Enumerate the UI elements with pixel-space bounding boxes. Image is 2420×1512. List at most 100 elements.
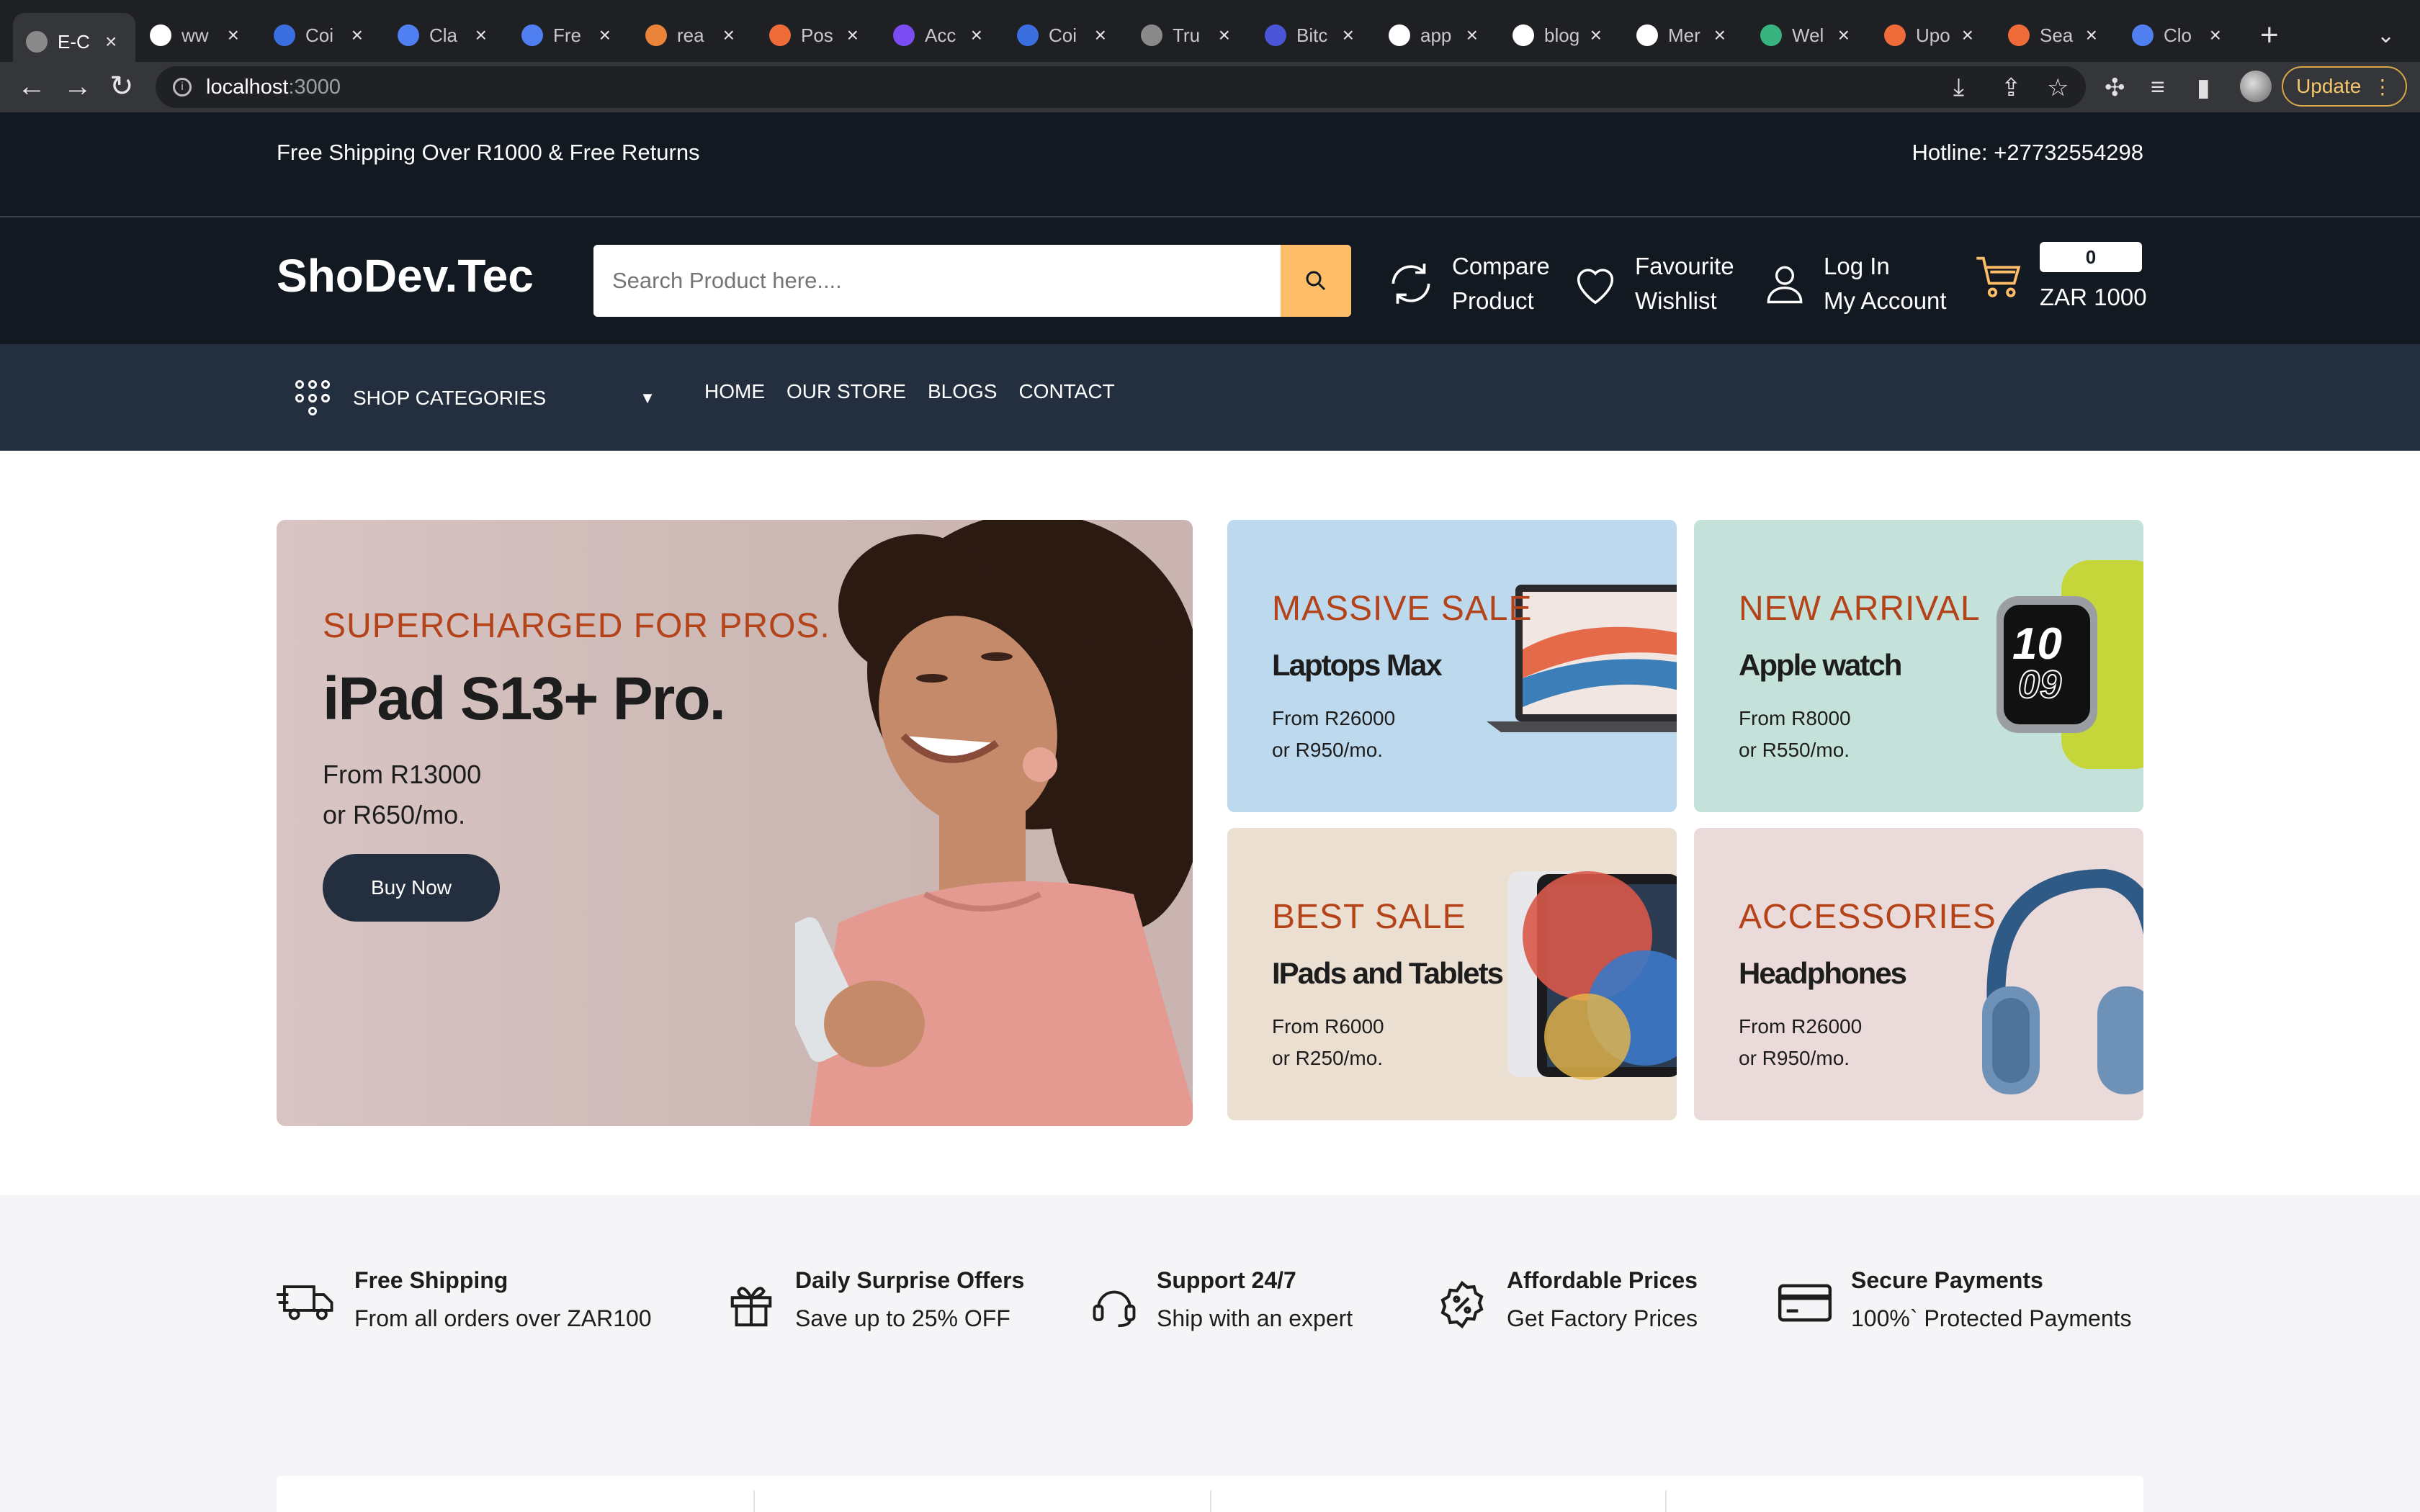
tab-title: Tru [1173,24,1201,46]
nav-link-contact[interactable]: CONTACT [1018,380,1114,403]
tab-close-icon[interactable]: × [847,24,859,47]
tab-favicon-icon [2132,24,2154,46]
browser-tab[interactable]: Upo × [1871,13,1986,58]
woman-with-earbuds-image [795,520,1193,1126]
banner-laptops[interactable]: MASSIVE SALE Laptops Max From R26000 or … [1227,520,1677,812]
tab-close-icon[interactable]: × [1343,24,1354,47]
nav-link-our-store[interactable]: OUR STORE [786,380,906,403]
tab-favicon-icon [1141,24,1162,46]
reading-list-icon[interactable]: ≡ [2151,73,2165,102]
wishlist-line1: Favourite [1635,253,1734,279]
browser-tab[interactable]: Clo × [2119,13,2234,58]
tab-close-icon[interactable]: × [1590,24,1602,47]
cart-link[interactable] [1972,249,2041,304]
tab-close-icon[interactable]: × [228,24,239,47]
browser-toolbar: ← → ↻ i localhost:3000 ⤓ ⇪ ☆ ✣ ≡ ▮ Updat… [0,62,2420,112]
update-button[interactable]: Update ⋮ [2282,66,2407,107]
banner-apple-watch[interactable]: NEW ARRIVAL Apple watch From R8000 or R5… [1694,520,2143,812]
browser-tab[interactable]: Bitc × [1252,13,1367,58]
extensions-puzzle-icon[interactable]: ✣ [2105,73,2125,102]
tab-close-icon[interactable]: × [1714,24,1726,47]
main-banner-kicker: SUPERCHARGED FOR PROS. [323,607,830,645]
bookmark-star-icon[interactable]: ☆ [2047,73,2069,102]
tab-favicon-icon [1265,24,1286,46]
featured-collection-card [277,1476,2143,1512]
new-tab-button[interactable]: + [2260,17,2279,53]
browser-tab[interactable]: blog × [1500,13,1615,58]
nav-link-home[interactable]: HOME [704,380,765,403]
browser-tab[interactable]: Coi × [1004,13,1119,58]
tab-title: E-C [58,30,90,53]
delivery-truck-icon [277,1285,333,1320]
service-title: Daily Surprise Offers [795,1267,1025,1293]
address-bar[interactable]: i localhost:3000 [156,66,2086,108]
browser-tab[interactable]: Coi × [261,13,376,58]
service-support: Support 24/7 Ship with an expert [1090,1267,1353,1332]
tab-close-icon[interactable]: × [1962,24,1973,47]
share-icon[interactable]: ⇪ [2001,73,2022,102]
discount-badge-icon [1440,1280,1484,1329]
nav-link-blogs[interactable]: BLOGS [928,380,997,403]
tab-favicon-icon [2008,24,2030,46]
browser-tab[interactable]: Fre × [508,13,624,58]
back-arrow-icon[interactable]: ← [17,72,46,101]
tab-title: Pos [801,24,833,46]
tab-close-icon[interactable]: × [2210,24,2221,47]
forward-arrow-icon[interactable]: → [63,72,92,101]
tab-close-icon[interactable]: × [351,24,363,47]
browser-tab[interactable]: Sea × [1995,13,2110,58]
tab-favicon-icon [769,24,791,46]
banner-laptops-price-from: From R26000 [1272,707,1396,729]
tab-title: Acc [925,24,956,46]
browser-tab[interactable]: Acc × [880,13,995,58]
browser-tab[interactable]: Wel × [1747,13,1863,58]
tab-favicon-icon [150,24,171,46]
address-url: localhost:3000 [206,76,341,99]
browser-tab[interactable]: app × [1376,13,1491,58]
tab-close-icon[interactable]: × [1838,24,1850,47]
tab-title: Clo [2164,24,2192,46]
tab-title: Mer [1668,24,1700,46]
install-app-icon[interactable]: ⤓ [1953,73,1964,102]
tab-close-icon[interactable]: × [475,24,487,47]
browser-tab[interactable]: Pos × [756,13,871,58]
reload-icon[interactable]: ↻ [109,72,134,101]
tab-close-icon[interactable]: × [2086,24,2097,47]
tab-close-icon[interactable]: × [971,24,982,47]
tab-close-icon[interactable]: × [599,24,611,47]
compare-refresh-icon [1392,264,1430,304]
banner-headphones-title: Headphones [1739,956,1907,990]
search-input[interactable] [593,245,1281,317]
main-banner[interactable]: SUPERCHARGED FOR PROS. iPad S13+ Pro. Fr… [277,520,1193,1126]
side-panel-icon[interactable]: ▮ [2197,73,2210,102]
hotline[interactable]: Hotline: +27732554298 [1912,140,2143,166]
main-banner-title: iPad S13+ Pro. [323,665,726,732]
profile-avatar[interactable] [2240,71,2272,102]
tab-search-chevron-icon[interactable]: ⌄ [2377,23,2395,48]
banner-headphones[interactable]: ACCESSORIES Headphones From R26000 or R9… [1694,828,2143,1120]
browser-tab[interactable]: ww × [137,13,252,58]
banner-ipads-price-from: From R6000 [1272,1015,1384,1038]
compare-products-link[interactable]: Compare Product [1384,249,1550,318]
site-info-icon[interactable]: i [173,78,192,96]
tab-close-icon[interactable]: × [1466,24,1478,47]
browser-tab[interactable]: Tru × [1128,13,1243,58]
tab-title: blog [1544,24,1580,46]
hero-section: SUPERCHARGED FOR PROS. iPad S13+ Pro. Fr… [0,451,2420,1195]
banner-ipads-kicker: BEST SALE [1272,898,1466,936]
buy-now-button[interactable]: Buy Now [323,854,500,922]
tab-close-icon[interactable]: × [1095,24,1106,47]
search-button[interactable] [1281,245,1351,317]
account-link[interactable]: Log In My Account [1760,249,1947,318]
tab-close-icon[interactable]: × [1219,24,1230,47]
site-logo[interactable]: ShoDev.Tec [277,249,534,302]
wishlist-link[interactable]: Favourite Wishlist [1570,249,1734,318]
browser-tab[interactable]: rea × [632,13,748,58]
watch-face-minute: 09 [2017,663,2062,706]
shop-categories-dropdown[interactable]: SHOP CATEGORIES ▼ [295,380,655,416]
banner-ipads[interactable]: BEST SALE IPads and Tablets From R6000 o… [1227,828,1677,1120]
tab-close-icon[interactable]: × [105,30,117,53]
browser-tab[interactable]: Mer × [1623,13,1739,58]
browser-tab[interactable]: Cla × [385,13,500,58]
tab-close-icon[interactable]: × [723,24,735,47]
